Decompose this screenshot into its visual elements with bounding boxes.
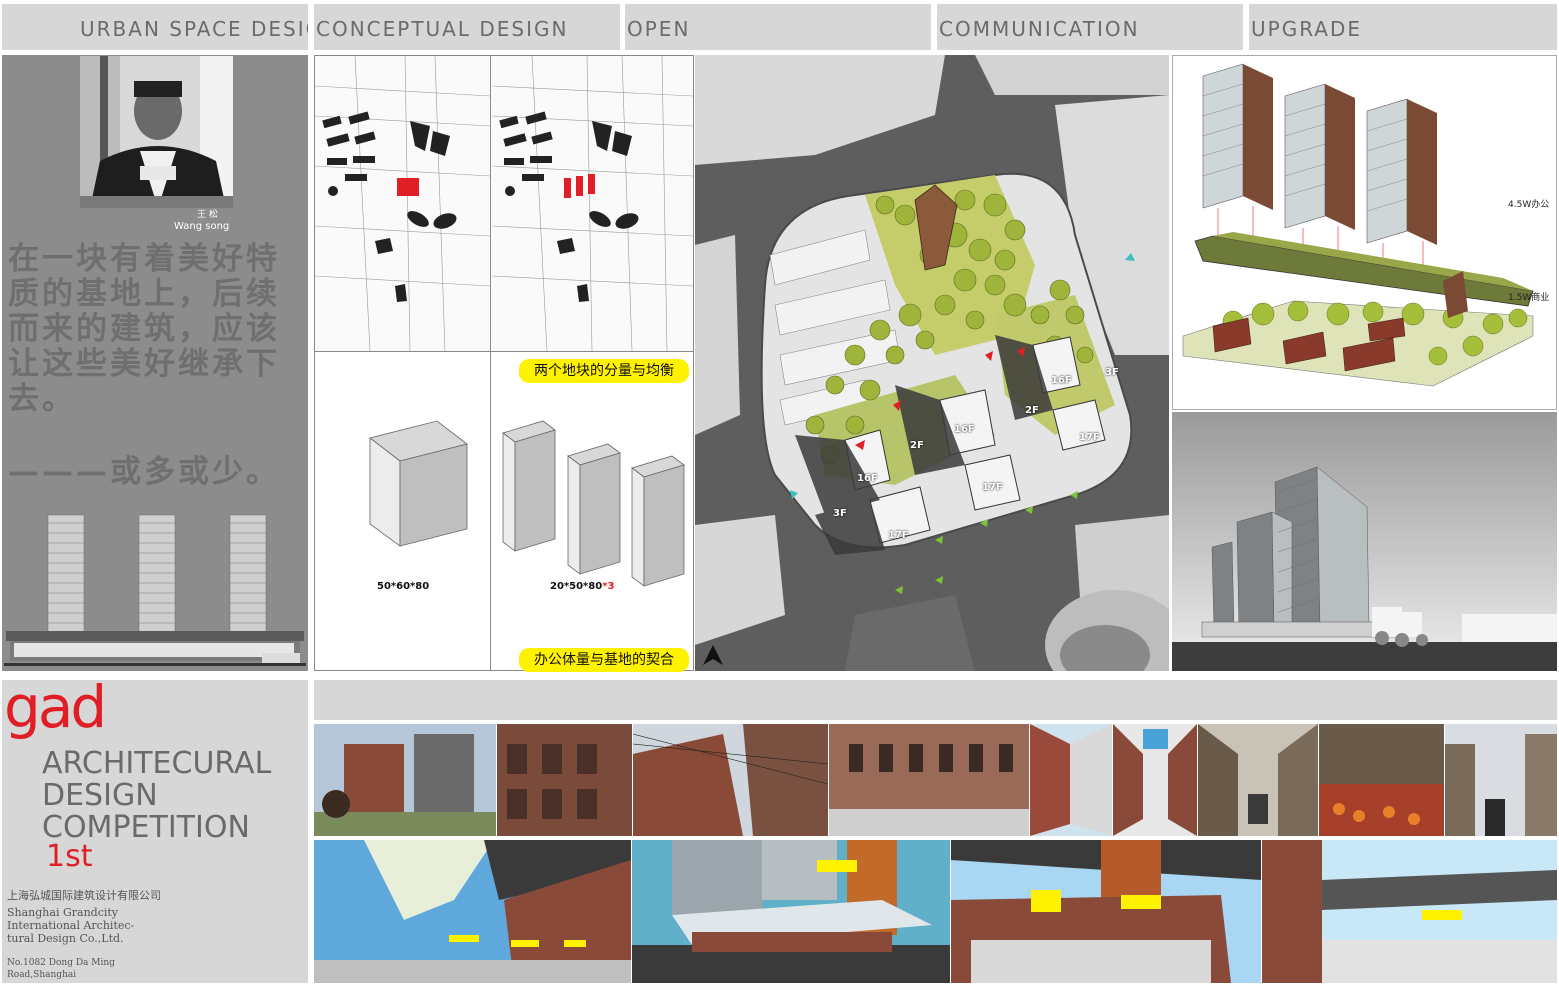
profile-panel: 王 松 Wang song 在一块有着美好特 质的基地上，后续 而来的建筑，应该… <box>2 55 308 671</box>
strip-header-bar <box>314 680 1557 720</box>
render-view <box>951 840 1261 983</box>
render-photo <box>1030 724 1112 836</box>
street-photo <box>1319 724 1444 836</box>
statement-tagline: ———或多或少。 <box>8 454 280 490</box>
competition-title: ARCHITECURAL DESIGN COMPETITION <box>42 748 271 844</box>
label-balance: 两个地块的分量与均衡 <box>519 359 689 383</box>
statement-line: 而来的建筑，应该 <box>8 311 280 347</box>
rank-label: 1st <box>46 839 93 874</box>
floor-label: 16F <box>857 473 878 484</box>
competition-line: DESIGN <box>42 778 158 813</box>
competition-line: ARCHITECURAL <box>42 746 272 781</box>
statement-line: 在一块有着美好特 <box>8 241 280 277</box>
dim-triple-mult: *3 <box>602 581 615 592</box>
address-line: No.1082 Dong Da Ming <box>7 958 115 968</box>
floor-label: 16F <box>1051 375 1072 386</box>
street-photo <box>497 724 632 836</box>
render-view <box>632 840 950 983</box>
street-photo <box>633 724 828 836</box>
floor-label: 17F <box>888 530 909 541</box>
dim-triple: 20*50*80*3 <box>550 581 614 592</box>
company-name-cn: 上海弘城国际建筑设计有限公司 <box>7 889 161 902</box>
floor-label: 17F <box>1079 432 1100 443</box>
street-photo <box>1198 724 1318 836</box>
render-photo <box>1113 724 1197 836</box>
floor-label: 2F <box>910 440 924 451</box>
design-statement: 在一块有着美好特 质的基地上，后续 而来的建筑，应该 让这些美好继承下 去。 <box>8 242 308 417</box>
elevation-drawing <box>4 513 306 671</box>
street-photo <box>829 724 1029 836</box>
site-map-single <box>315 56 491 351</box>
mass-triple <box>500 416 695 596</box>
statement-line: 去。 <box>8 381 76 417</box>
floor-label: 3F <box>833 508 847 519</box>
dim-single: 50*60*80 <box>377 581 430 592</box>
company-line: tural Design Co.,Ltd. <box>7 932 124 945</box>
label-fit: 办公体量与基地的契合 <box>519 648 689 672</box>
site-plan: 16F 16F 16F 17F 17F 17F 3F 3F 2F 2F <box>695 55 1169 671</box>
street-photo <box>1445 724 1557 836</box>
floor-label: 17F <box>982 482 1003 493</box>
company-line: International Architec- <box>7 919 135 932</box>
label-office: 4.5W办公 <box>1508 200 1550 210</box>
profile-name-en: Wang song <box>174 221 230 232</box>
floor-label: 2F <box>1025 405 1039 416</box>
company-address: No.1082 Dong Da Ming Road,Shanghai <box>7 957 115 981</box>
perspective-render <box>1172 412 1557 671</box>
render-view <box>1262 840 1557 983</box>
nav-upgrade[interactable]: UPGRADE <box>1249 4 1557 50</box>
nav-urban-space-design[interactable]: URBAN SPACE DESIGN <box>2 4 308 50</box>
dim-triple-base: 20*50*80 <box>550 581 603 592</box>
concept-panel: 两个地块的分量与均衡 50*60*80 20*50*80*3 办公体量与基地的契… <box>314 55 695 672</box>
nav-communication[interactable]: COMMUNICATION <box>937 4 1243 50</box>
profile-name-cn: 王 松 <box>197 210 218 220</box>
nav-open[interactable]: OPEN <box>625 4 931 50</box>
floor-label: 3F <box>1105 367 1119 378</box>
site-map-triple <box>492 56 693 351</box>
render-view <box>314 840 631 983</box>
statement-line: 质的基地上，后续 <box>8 276 280 312</box>
gad-logo: gad <box>4 673 107 741</box>
exploded-axonometric: 4.5W办公 1.5W商业 <box>1172 55 1557 410</box>
label-commercial: 1.5W商业 <box>1508 293 1550 303</box>
statement-line: 让这些美好继承下 <box>8 346 280 382</box>
street-photo <box>314 724 496 836</box>
company-line: Shanghai Grandcity <box>7 906 119 919</box>
portrait-photo <box>80 56 233 208</box>
brand-panel: gad ARCHITECURAL DESIGN COMPETITION 1st … <box>2 673 308 983</box>
address-line: Road,Shanghai <box>7 970 77 980</box>
mass-single <box>365 416 475 551</box>
floor-label: 16F <box>954 424 975 435</box>
nav-conceptual-design[interactable]: CONCEPTUAL DESIGN <box>314 4 620 50</box>
company-name-en: Shanghai Grandcity International Archite… <box>7 906 134 945</box>
